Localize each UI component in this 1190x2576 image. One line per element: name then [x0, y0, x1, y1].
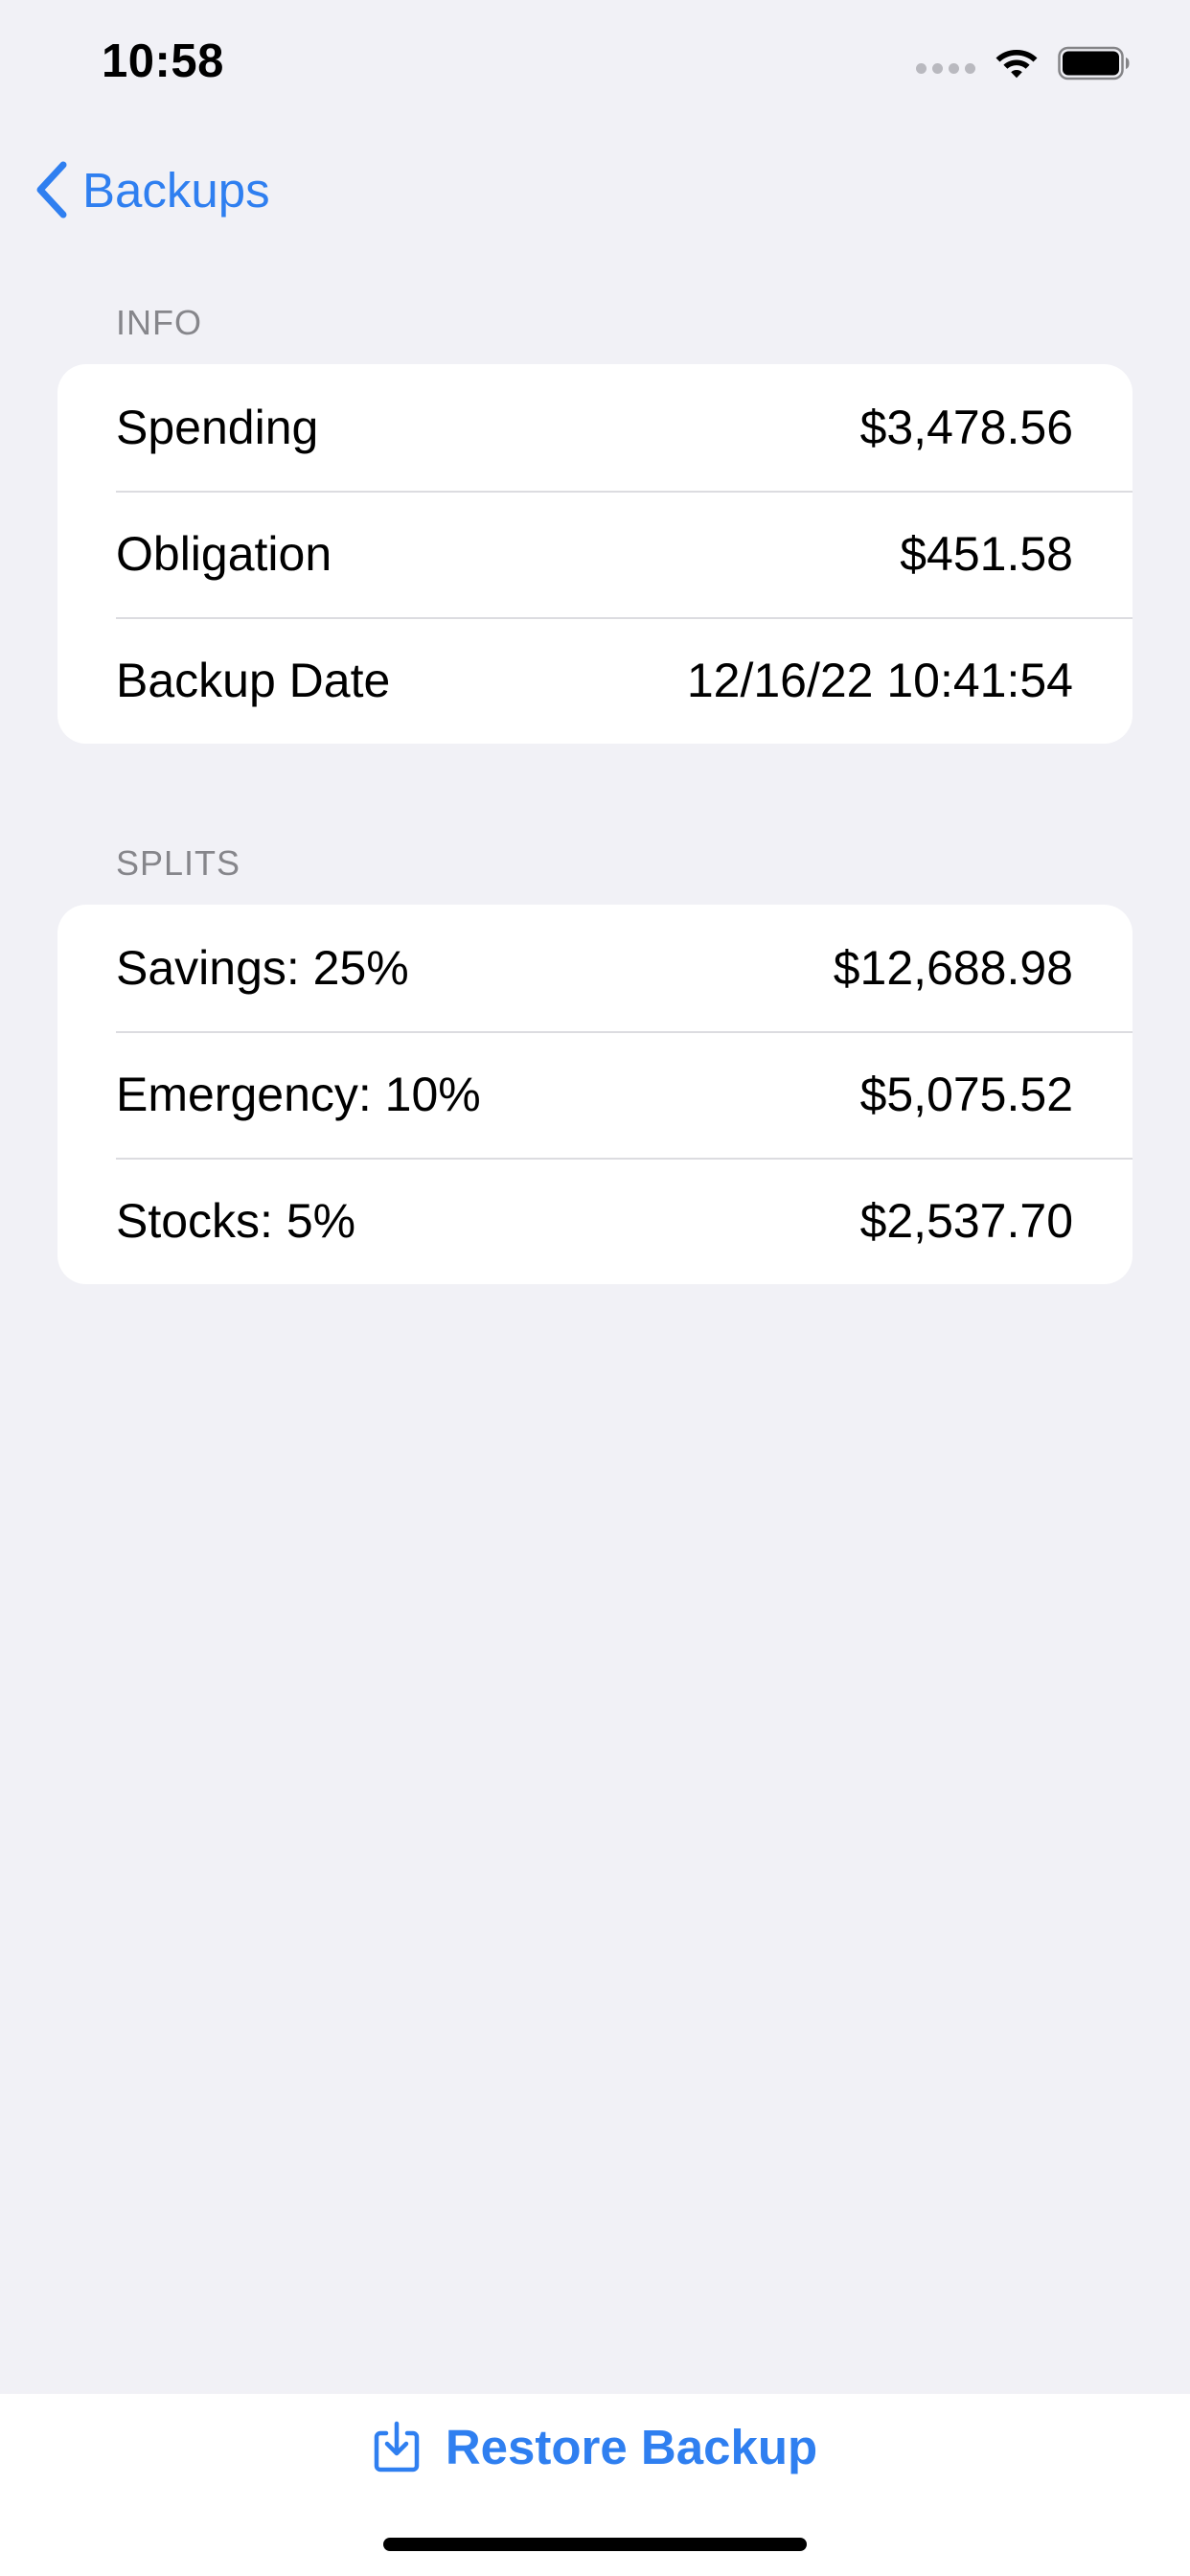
status-bar: 10:58	[0, 0, 1190, 134]
splits-row-savings: Savings: 25% $12,688.98	[57, 905, 1133, 1031]
status-time: 10:58	[102, 35, 224, 87]
tray-download-icon	[374, 2421, 420, 2472]
restore-backup-label: Restore Backup	[445, 2419, 818, 2474]
row-label: Spending	[116, 401, 319, 454]
chevron-left-icon	[36, 161, 67, 218]
info-section-header: INFO	[116, 303, 202, 342]
row-label: Stocks: 5%	[116, 1194, 356, 1248]
battery-icon	[1058, 46, 1130, 80]
row-label: Backup Date	[116, 654, 391, 707]
splits-card: Savings: 25% $12,688.98 Emergency: 10% $…	[57, 905, 1133, 1284]
splits-row-emergency: Emergency: 10% $5,075.52	[57, 1031, 1133, 1158]
row-label: Emergency: 10%	[116, 1068, 481, 1121]
wifi-icon	[995, 50, 1038, 79]
row-value: $12,688.98	[833, 941, 1073, 995]
info-card: Spending $3,478.56 Obligation $451.58 Ba…	[57, 364, 1133, 744]
row-label: Savings: 25%	[116, 941, 409, 995]
back-button-label: Backups	[82, 162, 270, 218]
info-row-obligation: Obligation $451.58	[57, 491, 1133, 617]
row-value: $451.58	[900, 527, 1073, 581]
splits-section-header: SPLITS	[116, 843, 241, 883]
row-value: $3,478.56	[859, 401, 1073, 454]
info-row-spending: Spending $3,478.56	[57, 364, 1133, 491]
info-row-backup-date: Backup Date 12/16/22 10:41:54	[57, 617, 1133, 744]
back-button[interactable]: Backups	[34, 155, 270, 224]
home-indicator[interactable]	[383, 2538, 807, 2551]
cellular-dots-icon	[916, 62, 975, 74]
row-label: Obligation	[116, 527, 332, 581]
splits-row-stocks: Stocks: 5% $2,537.70	[57, 1158, 1133, 1284]
row-value: $2,537.70	[859, 1194, 1073, 1248]
row-value: 12/16/22 10:41:54	[686, 654, 1073, 707]
status-icons	[916, 42, 1131, 84]
restore-backup-button[interactable]: Restore Backup	[0, 2415, 1190, 2478]
row-value: $5,075.52	[859, 1068, 1073, 1121]
